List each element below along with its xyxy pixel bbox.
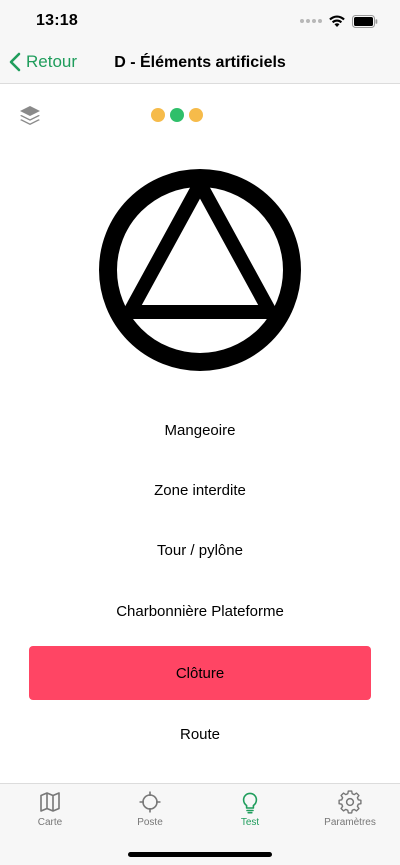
navigation-bar: Retour D - Éléments artificiels xyxy=(0,44,400,84)
answer-option[interactable]: Tour / pylône xyxy=(29,523,371,577)
tab-parametres[interactable]: Paramètres xyxy=(300,790,400,828)
answer-option[interactable]: Route xyxy=(29,707,371,761)
status-time: 13:18 xyxy=(36,12,78,29)
status-bar: 13:18 xyxy=(0,0,400,44)
tab-poste[interactable]: Poste xyxy=(100,790,200,828)
progress-dot xyxy=(170,108,184,122)
home-indicator xyxy=(128,852,272,857)
answer-option[interactable]: Zone interdite xyxy=(29,463,371,517)
crosshair-icon xyxy=(139,791,161,813)
symbol-image xyxy=(99,169,301,371)
page-title: D - Éléments artificiels xyxy=(114,54,286,71)
layers-icon xyxy=(20,106,40,125)
progress-dot xyxy=(151,108,165,122)
status-icons xyxy=(300,14,378,28)
progress-dot xyxy=(189,108,203,122)
wifi-icon xyxy=(329,15,345,27)
battery-icon xyxy=(352,14,378,28)
layers-button[interactable] xyxy=(18,104,42,128)
tab-carte[interactable]: Carte xyxy=(0,790,100,828)
signal-icon xyxy=(300,19,322,23)
lightbulb-icon xyxy=(242,792,258,814)
answer-option[interactable]: Clôture xyxy=(29,646,371,700)
progress-indicator xyxy=(151,108,203,122)
answer-option[interactable]: Mangeoire xyxy=(29,403,371,457)
tab-test[interactable]: Test xyxy=(200,790,300,828)
map-icon xyxy=(40,792,60,812)
answer-option[interactable]: Charbonnière Plateforme xyxy=(29,584,371,638)
gear-icon xyxy=(338,790,362,814)
